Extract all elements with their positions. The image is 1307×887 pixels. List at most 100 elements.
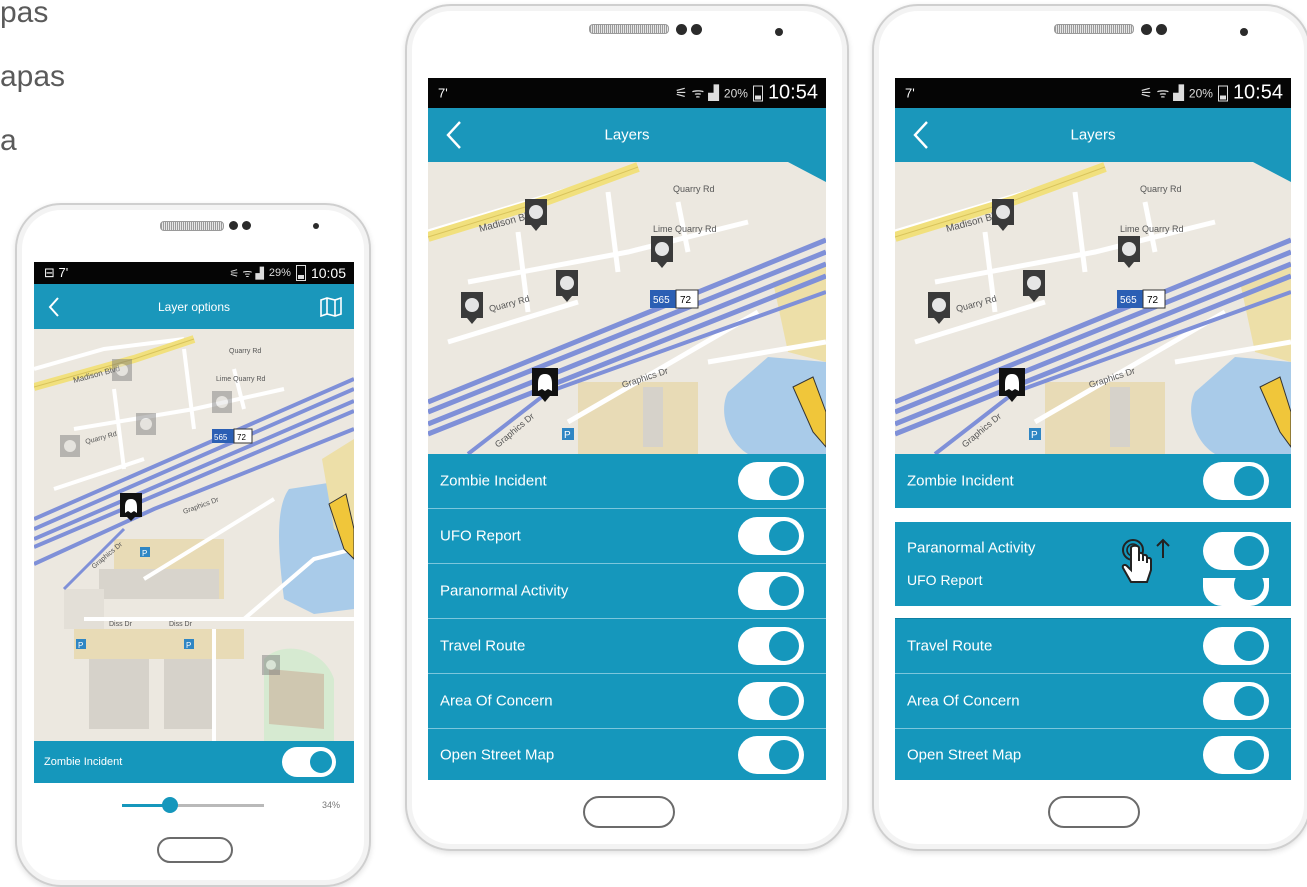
toggle-knob	[769, 631, 799, 661]
toggle-knob	[769, 466, 799, 496]
layer-toggle[interactable]	[1203, 532, 1269, 570]
toggle-knob	[1234, 578, 1264, 600]
home-button[interactable]	[1048, 796, 1140, 828]
map-label: Diss Dr	[109, 621, 133, 628]
status-bar: 7' ⚟ ᯤ ▟ 20% 10:54	[895, 78, 1291, 108]
zombie-marker-icon[interactable]	[112, 359, 132, 381]
toggle-knob	[1234, 536, 1264, 566]
zombie-marker-icon[interactable]	[212, 391, 232, 413]
toggle-knob	[1234, 631, 1264, 661]
layer-option-label: Zombie Incident	[44, 756, 123, 768]
layer-label: Paranormal Activity	[907, 539, 1036, 557]
layer-toggle[interactable]	[1203, 462, 1269, 500]
layer-row-dragging[interactable]: Paranormal Activity UFO Report	[895, 522, 1291, 606]
layer-row-paranormal-activity[interactable]: Paranormal Activity	[428, 564, 826, 619]
layer-toggle[interactable]	[1203, 735, 1269, 774]
map-label: Quarry Rd	[673, 184, 715, 194]
ghost-marker-icon[interactable]	[120, 493, 142, 521]
map-label: Lime Quarry Rd	[1120, 224, 1184, 234]
layer-toggle-partial[interactable]	[1203, 578, 1269, 606]
layer-row-zombie-incident[interactable]: Zombie Incident	[428, 454, 826, 509]
signal-icon: ⚟ ᯤ ▟	[675, 84, 719, 101]
toggle-knob	[310, 751, 332, 773]
parking-label: P	[186, 641, 191, 650]
map-label: Lime Quarry Rd	[653, 224, 717, 234]
toggle-knob	[769, 739, 799, 770]
sensor-dot	[676, 24, 687, 35]
layer-label: Travel Route	[440, 637, 526, 655]
map-view[interactable]: 565 72 Madison Blvd Quarry Rd Lime Quarr…	[428, 162, 826, 454]
opacity-slider-thumb[interactable]	[162, 797, 179, 813]
map-label: Lime Quarry Rd	[216, 376, 266, 383]
toggle-knob	[769, 686, 799, 716]
layer-label: UFO Report	[440, 527, 521, 545]
layer-label: Area Of Concern	[440, 692, 553, 710]
home-button[interactable]	[157, 837, 233, 863]
parking-label: P	[142, 549, 147, 558]
battery-icon	[295, 265, 306, 281]
layer-toggle[interactable]	[738, 682, 804, 720]
battery-percent: 20%	[723, 86, 748, 100]
map-icon[interactable]	[320, 296, 342, 317]
right-phone: 7' ⚟ ᯤ ▟ 20% 10:54 Layers 565 72 Madison…	[872, 4, 1307, 851]
page-title: Layer options	[157, 299, 231, 314]
layer-option-row[interactable]: Zombie Incident	[34, 741, 354, 783]
front-camera	[1240, 28, 1248, 36]
parking-label: P	[564, 430, 571, 441]
toggle-knob	[1234, 686, 1264, 716]
layer-toggle[interactable]	[738, 462, 804, 500]
left-screen: ⊟ 7' ⚟ ᯤ ▟ 29% 10:05 Layer options 565 7…	[34, 262, 354, 828]
status-bar: ⊟ 7' ⚟ ᯤ ▟ 29% 10:05	[34, 262, 354, 284]
layer-row-open-street-map[interactable]: Open Street Map	[895, 729, 1291, 780]
layer-toggle[interactable]	[738, 627, 804, 665]
layer-row-area-of-concern[interactable]: Area Of Concern	[895, 674, 1291, 729]
status-left: 7'	[438, 85, 448, 101]
layer-toggle[interactable]	[738, 735, 804, 774]
layer-row-travel-route[interactable]: Travel Route	[895, 619, 1291, 674]
status-time: 10:05	[310, 265, 346, 281]
layer-toggle[interactable]	[738, 517, 804, 555]
layer-row-zombie-incident[interactable]: Zombie Incident	[895, 454, 1291, 508]
layer-toggle[interactable]	[282, 747, 336, 777]
drag-drop-gap	[895, 606, 1291, 618]
layer-toggle[interactable]	[1203, 627, 1269, 665]
home-button[interactable]	[583, 796, 675, 828]
map-label: 565	[214, 433, 228, 442]
layer-list: Zombie Incident Paranormal Activity UFO …	[895, 454, 1291, 780]
map-view[interactable]: 565 72 Madison Blvd Quarry Rd Lime Quarr…	[34, 329, 354, 741]
layer-row-open-street-map[interactable]: Open Street Map	[428, 729, 826, 780]
toggle-knob	[769, 576, 799, 606]
sensor-dot	[691, 24, 702, 35]
map-label: 565	[653, 295, 670, 306]
front-camera	[313, 223, 319, 229]
app-bar: Layers	[428, 108, 826, 162]
status-time: 10:54	[767, 81, 818, 104]
battery-icon	[1217, 85, 1228, 101]
map-view[interactable]: 565 72 Madison Blvd Quarry Rd Lime Quarr…	[895, 162, 1291, 454]
side-text-line-1: pas	[0, 0, 49, 29]
zombie-marker-icon[interactable]	[60, 435, 80, 457]
sensor-dot	[1141, 24, 1152, 35]
layer-row-ufo-report[interactable]: UFO Report	[428, 509, 826, 564]
map-label: 72	[1147, 295, 1159, 306]
parking-label: P	[1031, 430, 1038, 441]
layer-toggle[interactable]	[1203, 682, 1269, 720]
status-left: 7'	[905, 85, 915, 101]
map-label: Quarry Rd	[229, 348, 261, 355]
toggle-knob	[769, 521, 799, 551]
layer-label: Travel Route	[907, 637, 993, 655]
side-text-line-3: a	[0, 124, 17, 157]
sensor-dot	[1156, 24, 1167, 35]
layer-row-travel-route[interactable]: Travel Route	[428, 619, 826, 674]
middle-phone: 7' ⚟ ᯤ ▟ 20% 10:54 Layers 565 72 Madison…	[405, 4, 849, 851]
speaker-grille	[589, 24, 669, 34]
speaker-grille	[1054, 24, 1134, 34]
drag-drop-gap	[895, 508, 1291, 522]
map-label: 565	[1120, 295, 1137, 306]
layer-row-area-of-concern[interactable]: Area Of Concern	[428, 674, 826, 729]
zombie-marker-icon[interactable]	[136, 413, 156, 435]
layer-toggle[interactable]	[738, 572, 804, 610]
opacity-value: 34%	[321, 800, 340, 810]
zombie-marker-icon[interactable]	[262, 655, 280, 675]
sensor-dot	[242, 221, 251, 230]
